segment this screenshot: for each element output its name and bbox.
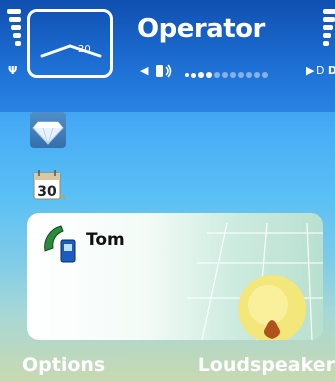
loudspeaker-softkey[interactable]: Loudspeaker	[198, 354, 335, 376]
calendar-day: 30	[37, 184, 57, 200]
status-indicators: ◀ ▶ D	[140, 63, 335, 81]
profile-ringing-icon	[154, 63, 174, 82]
arrow-right-icon[interactable]: ▶	[306, 64, 314, 77]
signal-strength-bars	[7, 6, 21, 49]
sun-ball-icon	[232, 269, 312, 340]
operator-name: Operator	[137, 14, 265, 44]
diamond-shortcut-icon[interactable]	[30, 112, 66, 148]
calendar-shortcut-icon[interactable]: 30	[30, 167, 66, 203]
analog-clock: 20	[27, 9, 113, 78]
antenna-icon: Ψ	[8, 64, 18, 77]
clock-digit: 20	[78, 44, 91, 55]
softkey-bar: Options Loudspeaker	[0, 344, 335, 382]
phone-call-icon	[39, 221, 83, 269]
options-softkey[interactable]: Options	[22, 354, 105, 376]
data-indicator-icon: D	[316, 64, 325, 77]
phone-idle-screen: Ψ D 20 Operator ◀ ▶ D 30 Tom Options Lou…	[0, 0, 335, 382]
battery-level-bars	[323, 6, 335, 49]
volume-level-icon	[185, 68, 270, 81]
caller-name: Tom	[86, 230, 125, 250]
arrow-left-icon[interactable]: ◀	[140, 64, 148, 77]
clock-hands-icon: 20	[40, 44, 102, 58]
active-call-card[interactable]: Tom	[27, 213, 323, 340]
status-pane: Ψ D 20 Operator ◀ ▶ D	[0, 0, 335, 112]
